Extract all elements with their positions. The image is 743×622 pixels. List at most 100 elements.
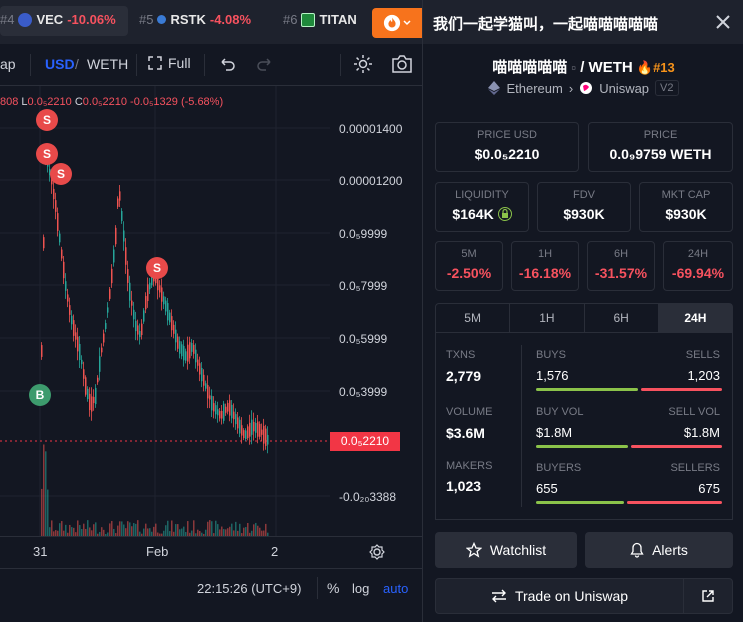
price-axis-label: 0.0₅7999 xyxy=(339,279,388,293)
candle-body xyxy=(147,284,149,302)
fullscreen-button[interactable]: Full xyxy=(148,55,191,71)
candle-body xyxy=(247,426,249,439)
change-value: -31.57% xyxy=(594,265,648,281)
candlestick-chart[interactable] xyxy=(0,86,422,536)
chain-name[interactable]: Ethereum xyxy=(506,81,562,96)
change-card-1h[interactable]: 1H -16.18% xyxy=(511,241,579,291)
ticker-symbol: VEC xyxy=(36,12,64,27)
toolbar-partial-label[interactable]: ap xyxy=(0,56,16,72)
mktcap-value: $930K xyxy=(665,206,707,222)
external-link-icon xyxy=(702,590,714,602)
candle-body xyxy=(129,282,131,301)
volume-bar xyxy=(71,527,73,536)
auto-scale-toggle[interactable]: auto xyxy=(383,581,408,596)
sell-marker[interactable]: S xyxy=(146,257,168,279)
volume-bar xyxy=(89,527,91,536)
toolbar-divider xyxy=(136,54,137,76)
close-icon[interactable] xyxy=(713,12,733,32)
log-scale-toggle[interactable]: log xyxy=(352,581,369,596)
volume-bar xyxy=(69,524,71,536)
candle-body xyxy=(259,423,261,437)
change-card-24h[interactable]: 24H -69.94% xyxy=(663,241,733,291)
ticker-symbol: RSTK xyxy=(170,12,206,27)
candle-body xyxy=(57,213,59,231)
alerts-button[interactable]: Alerts xyxy=(585,532,733,568)
candle-body xyxy=(207,385,209,399)
change-card-5m[interactable]: 5M -2.50% xyxy=(435,241,503,291)
candle-body xyxy=(267,434,269,445)
buyers-label: BUYERS xyxy=(536,462,582,474)
volume-bar xyxy=(171,520,173,536)
tab-24h[interactable]: 24H xyxy=(658,304,732,332)
tab-6h[interactable]: 6H xyxy=(585,304,659,332)
change-value: -2.50% xyxy=(446,265,492,281)
lock-icon[interactable] xyxy=(497,207,512,221)
candle-body xyxy=(161,287,163,302)
price-axis-label: 0.00001400 xyxy=(339,122,403,136)
copy-icon[interactable]: ▫ xyxy=(571,60,576,75)
candle-body xyxy=(169,312,171,323)
change-card-6h[interactable]: 6H -31.57% xyxy=(587,241,655,291)
change-period: 1H xyxy=(537,248,553,260)
pair-separator: / xyxy=(580,59,585,76)
toolbar-divider xyxy=(204,54,205,76)
sell-marker[interactable]: S xyxy=(36,143,58,165)
volume-bar xyxy=(175,524,177,536)
price-weth-value: 0.0₉9759 WETH xyxy=(609,146,712,162)
ticker-item-vec[interactable]: #4 VEC -10.06% xyxy=(0,12,116,27)
tab-5m[interactable]: 5M xyxy=(436,304,511,332)
price-chart[interactable]: 808 L0.0₅2210 C0.0₅2210 -0.0₅1329 (-5.68… xyxy=(0,86,422,536)
candle-body xyxy=(87,388,89,400)
fire-icon xyxy=(383,14,401,32)
candle-body xyxy=(127,269,129,283)
sell-marker[interactable]: S xyxy=(36,109,58,131)
camera-icon[interactable] xyxy=(390,53,414,75)
dex-name[interactable]: Uniswap xyxy=(599,81,649,96)
volume-bar xyxy=(167,520,169,536)
volume-bar xyxy=(257,525,259,536)
fullscreen-icon xyxy=(148,56,162,70)
candle-body xyxy=(117,198,119,207)
watchlist-button[interactable]: Watchlist xyxy=(435,532,577,568)
candle-body xyxy=(71,315,73,325)
volume-bar xyxy=(223,529,225,536)
trade-on-uniswap-button[interactable]: Trade on Uniswap xyxy=(436,579,684,613)
candle-body xyxy=(211,395,213,411)
volume-bar xyxy=(81,528,83,536)
candle-body xyxy=(165,300,167,312)
ticker-item-rstk[interactable]: #5 RSTK -4.08% xyxy=(139,12,251,27)
candle-body xyxy=(245,430,247,439)
currency-usd-toggle[interactable]: USD xyxy=(45,56,75,72)
candle-body xyxy=(213,403,215,412)
sell-marker[interactable]: S xyxy=(50,163,72,185)
percent-scale-toggle[interactable]: % xyxy=(327,580,339,596)
currency-weth-toggle[interactable]: WETH xyxy=(87,56,128,72)
candle-body xyxy=(89,393,91,411)
tab-1h[interactable]: 1H xyxy=(510,304,585,332)
volume-bar xyxy=(165,525,167,536)
alerts-label: Alerts xyxy=(652,542,688,558)
trending-fire-button[interactable] xyxy=(372,8,422,38)
axis-settings-icon[interactable] xyxy=(368,543,386,561)
sellers-label: SELLERS xyxy=(670,462,720,474)
volume-bar xyxy=(73,527,75,536)
swap-arrows-icon xyxy=(491,589,506,603)
volume-bar xyxy=(245,527,247,536)
candle-body xyxy=(195,349,197,363)
candle-body xyxy=(119,191,121,201)
candle-body xyxy=(261,429,263,435)
chart-clock[interactable]: 22:15:26 (UTC+9) xyxy=(197,581,301,596)
redo-icon[interactable] xyxy=(256,55,274,73)
volume-bar xyxy=(95,522,97,536)
volume-bar xyxy=(255,522,257,536)
buy-marker[interactable]: B xyxy=(29,384,51,406)
ticker-item-titan[interactable]: #6 TITAN xyxy=(283,12,357,27)
sell-vol-label: SELL VOL xyxy=(668,406,720,418)
buys-value: 1,576 xyxy=(536,368,569,383)
undo-icon[interactable] xyxy=(218,55,236,73)
candle-body xyxy=(217,409,219,416)
gear-icon[interactable] xyxy=(352,53,374,75)
candle-body xyxy=(233,411,235,420)
star-icon xyxy=(465,542,482,558)
external-link-button[interactable] xyxy=(684,579,732,613)
